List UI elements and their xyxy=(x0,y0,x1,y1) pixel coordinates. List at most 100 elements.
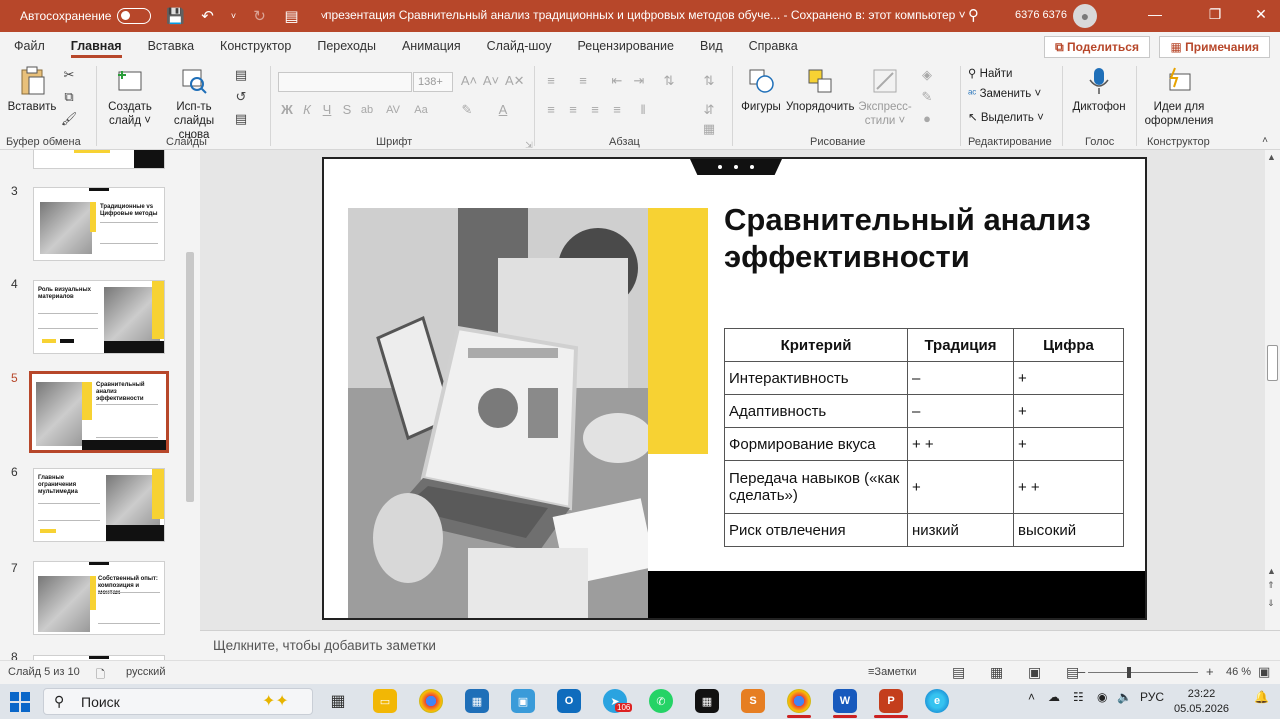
section-icon[interactable]: ▤ xyxy=(232,110,250,128)
restore-icon[interactable]: ❐ xyxy=(1200,6,1230,23)
cut-icon[interactable]: ✂ xyxy=(60,66,78,84)
bold-icon[interactable]: Ж xyxy=(278,101,296,119)
clear-formatting-icon[interactable]: A✕ xyxy=(505,72,525,90)
slide-thumbnail[interactable]: Собственный опыт: композиция и монтаж xyxy=(33,561,165,635)
comparison-table[interactable]: Критерий Традиция Цифра Интерактивность … xyxy=(724,328,1124,547)
grow-font-icon[interactable]: A˄ xyxy=(460,72,478,90)
save-icon[interactable]: 💾 xyxy=(165,7,185,25)
document-title[interactable]: презентация Сравнительный анализ традици… xyxy=(325,8,966,22)
user-name[interactable]: 6376 6376 xyxy=(1015,9,1067,21)
paste-button[interactable]: Вставить xyxy=(6,66,58,114)
onedrive-icon[interactable]: ☁ xyxy=(1048,690,1060,704)
align-left-icon[interactable]: ≡ xyxy=(542,101,560,119)
arrange-button[interactable]: Упорядочить xyxy=(786,66,854,114)
undo-dropdown-icon[interactable]: ˅ xyxy=(229,11,237,21)
system-clock[interactable]: 23:22 05.05.2026 xyxy=(1174,687,1229,717)
zoom-slider-thumb[interactable] xyxy=(1127,667,1131,678)
tab-home[interactable]: Главная xyxy=(58,32,135,60)
font-size-field[interactable]: 138+ xyxy=(413,72,453,92)
slide-thumbnail[interactable]: Главные ограничения мультимедиа xyxy=(33,468,165,542)
undo-icon[interactable]: ↶ xyxy=(197,7,217,25)
notifications-icon[interactable]: 🔔 xyxy=(1254,690,1269,704)
tray-overflow-icon[interactable]: ˄ xyxy=(1028,690,1035,704)
tab-help[interactable]: Справка xyxy=(736,32,811,60)
outlook-icon[interactable]: O xyxy=(557,689,581,713)
volume-icon[interactable]: 🔈 xyxy=(1117,690,1132,704)
italic-icon[interactable]: К xyxy=(298,101,316,119)
table-cell[interactable]: + + xyxy=(907,427,1014,461)
shape-effects-icon[interactable]: ● xyxy=(918,110,936,128)
slide-thumbnail[interactable] xyxy=(33,150,165,169)
table-cell[interactable]: Адаптивность xyxy=(724,394,908,428)
slide-thumbnail-selected[interactable]: Сравнительный анализ эффективности xyxy=(29,371,169,453)
tab-slideshow[interactable]: Слайд-шоу xyxy=(474,32,565,60)
wifi-icon[interactable]: ◉ xyxy=(1097,690,1107,704)
avatar[interactable]: ● xyxy=(1073,4,1097,28)
shadow-icon[interactable]: S xyxy=(338,101,356,119)
dictate-button[interactable]: Диктофон xyxy=(1070,66,1128,114)
spellcheck-icon[interactable]: 🗋 xyxy=(96,666,105,685)
bullets-icon[interactable]: ≡ xyxy=(542,72,560,90)
whatsapp-icon[interactable]: ✆ xyxy=(649,689,673,713)
table-cell[interactable]: – xyxy=(907,361,1014,395)
copy-icon[interactable]: ⧉ xyxy=(60,88,78,106)
shape-fill-icon[interactable]: ◈ xyxy=(918,66,936,84)
justify-icon[interactable]: ≡ xyxy=(608,101,626,119)
start-button[interactable] xyxy=(10,692,30,712)
task-view-icon[interactable]: ▦ xyxy=(326,689,350,713)
chrome-profile-icon[interactable] xyxy=(787,689,811,713)
search-icon[interactable]: ⚲ xyxy=(968,6,979,24)
font-color-icon[interactable]: A xyxy=(494,101,512,119)
share-button[interactable]: ⧉ Поделиться xyxy=(1044,36,1150,58)
reading-view-icon[interactable]: ▣ xyxy=(1028,664,1041,681)
scroll-up-icon[interactable]: ▲ xyxy=(1267,566,1276,576)
autosave-control[interactable]: Автосохранение xyxy=(20,8,152,24)
tab-animation[interactable]: Анимация xyxy=(389,32,474,60)
table-cell[interactable]: – xyxy=(907,394,1014,428)
notes-placeholder[interactable]: Щелкните, чтобы добавить заметки xyxy=(213,638,436,653)
scroll-up-icon[interactable]: ▲ xyxy=(1267,152,1276,162)
shrink-font-icon[interactable]: A˅ xyxy=(482,72,500,90)
tab-insert[interactable]: Вставка xyxy=(135,32,207,60)
shape-outline-icon[interactable]: ✎ xyxy=(918,88,936,106)
table-cell[interactable]: высокий xyxy=(1013,513,1124,547)
tab-file[interactable]: Файл xyxy=(0,32,58,60)
table-header-cell[interactable]: Критерий xyxy=(724,328,908,362)
zoom-in-icon[interactable]: + xyxy=(1206,664,1214,679)
highlight-icon[interactable]: ✎ xyxy=(458,101,476,119)
tab-design[interactable]: Конструктор xyxy=(207,32,304,60)
format-painter-icon[interactable]: 🖌 xyxy=(60,110,78,128)
presentation-icon[interactable]: ▤ xyxy=(281,7,301,25)
fit-to-window-icon[interactable]: ▣ xyxy=(1258,664,1270,680)
layout-icon[interactable]: ▤ xyxy=(232,66,250,84)
normal-view-icon[interactable]: ▤ xyxy=(952,664,965,681)
change-case-icon[interactable]: Aa xyxy=(412,101,430,119)
collapse-ribbon-icon[interactable]: ˄ xyxy=(1256,132,1274,150)
table-cell[interactable]: + xyxy=(907,460,1014,514)
zoom-slider[interactable] xyxy=(1088,672,1198,673)
file-explorer-icon[interactable]: ▭ xyxy=(373,689,397,713)
thumbnail-scrollbar[interactable] xyxy=(185,152,195,657)
align-right-icon[interactable]: ≡ xyxy=(586,101,604,119)
language-indicator[interactable]: РУС xyxy=(1140,690,1164,704)
taskbar-search[interactable]: ⚲ Поиск ✦✦ xyxy=(43,688,313,715)
decrease-indent-icon[interactable]: ⇤ xyxy=(608,72,626,90)
autosave-toggle[interactable] xyxy=(117,8,152,24)
table-cell[interactable]: Риск отвлечения xyxy=(724,513,908,547)
table-cell[interactable]: Формирование вкуса xyxy=(724,427,908,461)
comments-button[interactable]: ▦ Примечания xyxy=(1159,36,1270,58)
slide-thumbnail[interactable]: Роль визуальных материалов xyxy=(33,280,165,354)
smartart-icon[interactable]: ▦ xyxy=(700,120,718,138)
align-text-icon[interactable]: ⇵ xyxy=(700,101,718,119)
tab-transitions[interactable]: Переходы xyxy=(304,32,389,60)
scrollbar-thumb[interactable] xyxy=(1267,345,1278,381)
table-cell[interactable]: Интерактивность xyxy=(724,361,908,395)
language-indicator[interactable]: русский xyxy=(126,666,165,678)
minimize-icon[interactable]: — xyxy=(1140,6,1170,22)
zoom-out-icon[interactable]: – xyxy=(1078,664,1085,679)
align-center-icon[interactable]: ≡ xyxy=(564,101,582,119)
slide-thumbnail[interactable]: Традиционные vs Цифровые методы xyxy=(33,187,165,261)
editor-scrollbar[interactable] xyxy=(1265,150,1280,630)
notes-pane[interactable]: Щелкните, чтобы добавить заметки xyxy=(200,630,1280,660)
slide-canvas[interactable]: Сравнительный анализ эффективности Крите… xyxy=(322,157,1147,620)
